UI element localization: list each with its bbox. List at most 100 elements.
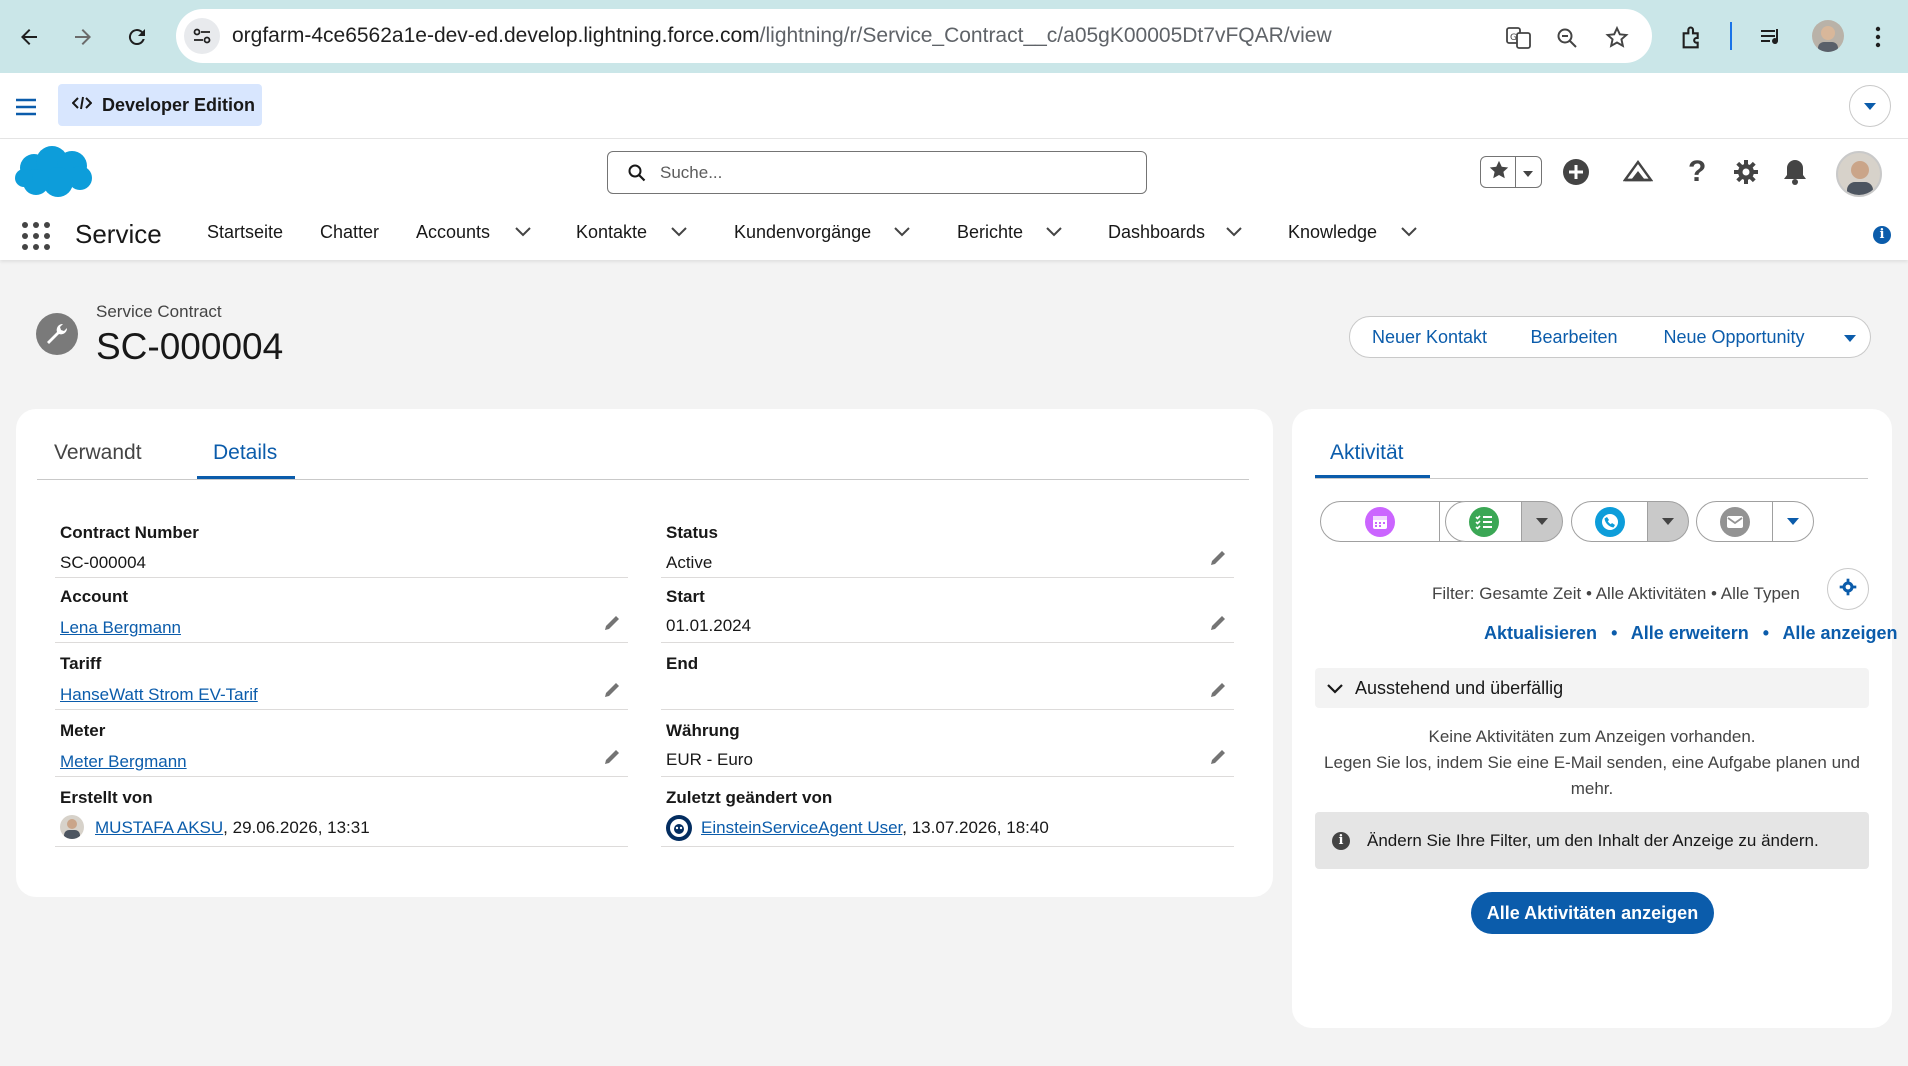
log-call-menu-button[interactable]: [1647, 501, 1689, 542]
field-divider: [55, 776, 628, 777]
nav-item-berichte[interactable]: Berichte: [957, 222, 1023, 243]
help-icon[interactable]: ?: [1688, 155, 1706, 189]
favorites-button[interactable]: [1480, 156, 1542, 188]
view-all-link[interactable]: Alle anzeigen: [1782, 623, 1897, 643]
trailhead-guidance-icon[interactable]: [1622, 158, 1654, 191]
new-task-button[interactable]: [1445, 501, 1522, 542]
developer-edition-label: Developer Edition: [102, 94, 256, 115]
nav-accounts-chevron-icon[interactable]: [515, 221, 531, 242]
active-tab-indicator: [197, 476, 295, 479]
field-divider: [55, 642, 628, 643]
tab-verwandt[interactable]: Verwandt: [54, 441, 142, 465]
global-create-icon[interactable]: [1562, 158, 1590, 191]
edit-start-pencil-icon[interactable]: [1209, 614, 1227, 637]
tab-details[interactable]: Details: [213, 441, 277, 465]
nav-kundenvorgaenge-chevron-icon[interactable]: [894, 221, 910, 242]
app-launcher-icon[interactable]: [21, 221, 51, 256]
field-value-tariff-link[interactable]: HanseWatt Strom EV-Tarif: [60, 685, 258, 705]
nav-berichte-chevron-icon[interactable]: [1046, 221, 1062, 242]
upcoming-overdue-section[interactable]: Ausstehend und überfällig: [1315, 668, 1869, 708]
nav-dashboards-chevron-icon[interactable]: [1226, 221, 1242, 242]
back-icon[interactable]: [6, 14, 52, 60]
created-by-avatar: [60, 815, 84, 839]
tabs-divider: [37, 479, 1249, 480]
link-separator: •: [1762, 623, 1770, 643]
bookmark-star-icon[interactable]: [1604, 25, 1630, 56]
field-value-meter-link[interactable]: Meter Bergmann: [60, 752, 187, 772]
edit-currency-pencil-icon[interactable]: [1209, 748, 1227, 771]
send-email-menu-button[interactable]: [1772, 501, 1814, 542]
url-text[interactable]: orgfarm-4ce6562a1e-dev-ed.develop.lightn…: [232, 24, 1332, 48]
site-info-icon[interactable]: [184, 18, 220, 54]
new-contact-button[interactable]: Neuer Kontakt: [1349, 316, 1510, 358]
activity-tabs-divider: [1315, 478, 1868, 479]
zoom-icon[interactable]: [1555, 26, 1579, 55]
global-search[interactable]: Suche...: [607, 151, 1147, 194]
nav-item-chatter[interactable]: Chatter: [320, 222, 379, 243]
info-icon[interactable]: i: [1873, 226, 1891, 244]
field-divider: [55, 709, 628, 710]
field-label-modified-by: Zuletzt geändert von: [666, 788, 833, 807]
new-task-menu-button[interactable]: [1521, 501, 1563, 542]
field-label-contract-number: Contract Number: [60, 523, 199, 542]
forward-icon[interactable]: [60, 14, 106, 60]
field-label-tariff: Tariff: [60, 654, 102, 673]
hamburger-menu-icon[interactable]: [15, 98, 37, 121]
developer-edition-badge[interactable]: Developer Edition: [58, 84, 262, 126]
activity-filter-settings-button[interactable]: [1827, 568, 1869, 610]
log-call-button[interactable]: [1571, 501, 1648, 542]
setup-gear-icon[interactable]: [1733, 159, 1759, 190]
nav-item-kundenvorgaenge[interactable]: Kundenvorgänge: [734, 222, 871, 243]
edit-button[interactable]: Bearbeiten: [1509, 316, 1640, 358]
nav-item-kontakte[interactable]: Kontakte: [576, 222, 647, 243]
tab-aktivitaet[interactable]: Aktivität: [1330, 441, 1404, 465]
record-object-label: Service Contract: [96, 302, 222, 321]
send-email-button[interactable]: [1696, 501, 1773, 542]
new-opportunity-button[interactable]: Neue Opportunity: [1639, 316, 1830, 358]
filter-info-text: Ändern Sie Ihre Filter, um den Inhalt de…: [1367, 830, 1819, 850]
favorites-star-icon: [1487, 159, 1511, 186]
nav-knowledge-chevron-icon[interactable]: [1401, 221, 1417, 242]
field-label-end: End: [666, 654, 699, 673]
more-actions-chevron-icon: [1843, 327, 1857, 348]
translate-icon[interactable]: G: [1506, 26, 1532, 55]
edit-end-pencil-icon[interactable]: [1209, 681, 1227, 704]
media-queue-icon[interactable]: [1759, 25, 1785, 54]
salesforce-logo[interactable]: [14, 144, 94, 205]
einstein-avatar-icon: [666, 815, 692, 841]
reload-icon[interactable]: [114, 14, 160, 60]
modified-by-user-link[interactable]: EinsteinServiceAgent User: [701, 818, 902, 837]
nav-item-knowledge[interactable]: Knowledge: [1288, 222, 1377, 243]
show-all-activities-button[interactable]: Alle Aktivitäten anzeigen: [1471, 892, 1714, 934]
service-contract-wrench-icon: [36, 313, 78, 355]
edit-status-pencil-icon[interactable]: [1209, 549, 1227, 572]
task-list-icon: [1468, 506, 1499, 537]
code-icon: [71, 95, 93, 116]
activity-links: Aktualisieren • Alle erweitern • Alle an…: [1484, 623, 1897, 644]
extensions-icon[interactable]: [1679, 24, 1707, 57]
new-event-button[interactable]: [1320, 501, 1440, 542]
field-value-account-link[interactable]: Lena Bergmann: [60, 618, 181, 638]
created-by-user-link[interactable]: MUSTAFA AKSU: [95, 818, 223, 837]
field-label-account: Account: [60, 587, 128, 606]
nav-kontakte-chevron-icon[interactable]: [671, 221, 687, 242]
nav-item-startseite[interactable]: Startseite: [207, 222, 283, 243]
edit-account-pencil-icon[interactable]: [603, 614, 621, 637]
more-actions-button[interactable]: [1829, 316, 1871, 358]
notifications-bell-icon[interactable]: [1782, 158, 1808, 191]
devbar-expand-button[interactable]: [1849, 85, 1891, 127]
field-value-status: Active: [666, 553, 713, 572]
edit-tariff-pencil-icon[interactable]: [603, 681, 621, 704]
browser-profile-avatar[interactable]: [1812, 20, 1844, 52]
nav-item-dashboards[interactable]: Dashboards: [1108, 222, 1205, 243]
created-by-date: , 29.06.2026, 13:31: [223, 818, 370, 837]
empty-state-line-2: Legen Sie los, indem Sie eine E-Mail sen…: [1324, 753, 1860, 798]
field-value-start: 01.01.2024: [666, 616, 752, 635]
user-avatar[interactable]: [1836, 151, 1882, 197]
browser-menu-icon[interactable]: [1874, 26, 1882, 53]
edit-meter-pencil-icon[interactable]: [603, 748, 621, 771]
nav-item-accounts[interactable]: Accounts: [416, 222, 490, 243]
expand-all-link[interactable]: Alle erweitern: [1631, 623, 1749, 643]
filter-gear-icon: [1839, 578, 1857, 601]
refresh-link[interactable]: Aktualisieren: [1484, 623, 1597, 643]
